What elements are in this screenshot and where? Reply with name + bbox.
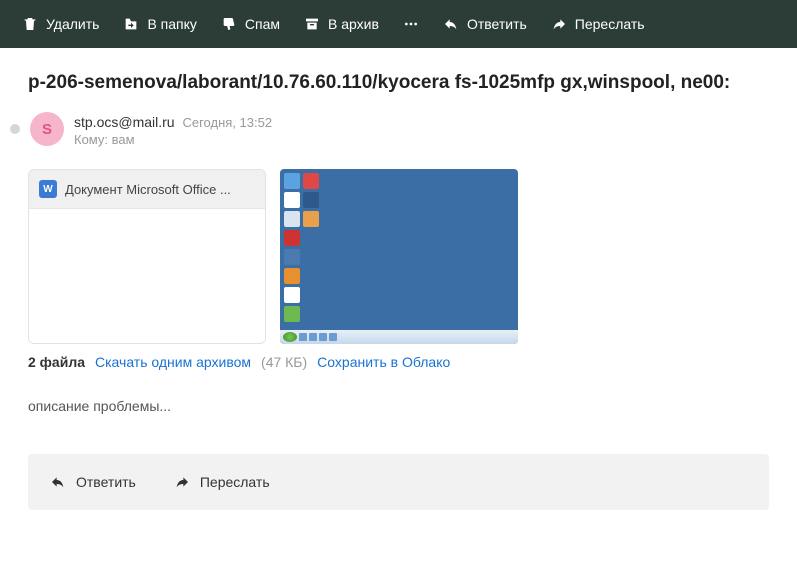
recipient-label: Кому: [74, 132, 108, 147]
email-toolbar: Удалить В папку Спам В архив Ответить Пе… [0, 0, 797, 48]
email-date: Сегодня, 13:52 [182, 115, 272, 130]
reply-action-label: Ответить [76, 474, 136, 490]
email-header: S stp.ocs@mail.ru Сегодня, 13:52 Кому: в… [10, 112, 769, 147]
save-cloud-link[interactable]: Сохранить в Облако [317, 354, 450, 370]
start-orb-icon [283, 332, 297, 342]
spam-button[interactable]: Спам [211, 10, 290, 38]
reply-label: Ответить [467, 16, 527, 32]
more-icon [403, 16, 419, 32]
archive-button[interactable]: В архив [294, 10, 389, 38]
forward-icon [174, 474, 190, 490]
email-content: p-206-semenova/laborant/10.76.60.110/kyo… [0, 48, 797, 510]
delete-button[interactable]: Удалить [12, 10, 109, 38]
reply-action-button[interactable]: Ответить [36, 468, 150, 496]
taskbar [280, 330, 518, 344]
reply-icon [50, 474, 66, 490]
archive-label: В архив [328, 16, 379, 32]
to-folder-label: В папку [147, 16, 196, 32]
email-body: описание проблемы... [28, 398, 769, 414]
desktop-icons [280, 169, 323, 326]
trash-icon [22, 16, 38, 32]
reply-icon [443, 16, 459, 32]
recipient-value: вам [112, 132, 135, 147]
email-subject: p-206-semenova/laborant/10.76.60.110/kyo… [28, 72, 769, 94]
forward-button[interactable]: Переслать [541, 10, 655, 38]
attachments-footer: 2 файла Скачать одним архивом (47 КБ) Со… [28, 354, 769, 370]
attachment-screenshot[interactable] [280, 169, 518, 344]
forward-action-button[interactable]: Переслать [160, 468, 284, 496]
forward-icon [551, 16, 567, 32]
attachments-row: W Документ Microsoft Office ... [28, 169, 769, 344]
attachments-count: 2 файла [28, 354, 85, 370]
attachment-preview-blank [29, 209, 265, 344]
archive-icon [304, 16, 320, 32]
forward-label: Переслать [575, 16, 645, 32]
reply-button[interactable]: Ответить [433, 10, 537, 38]
attachment-name: Документ Microsoft Office ... [65, 182, 231, 197]
forward-action-label: Переслать [200, 474, 270, 490]
spam-label: Спам [245, 16, 280, 32]
thumb-down-icon [221, 16, 237, 32]
sender-info: stp.ocs@mail.ru Сегодня, 13:52 Кому: вам [74, 112, 272, 147]
attachments-size: (47 КБ) [261, 354, 307, 370]
folder-move-icon [123, 16, 139, 32]
sender-avatar[interactable]: S [30, 112, 64, 146]
to-folder-button[interactable]: В папку [113, 10, 206, 38]
more-button[interactable] [393, 10, 429, 38]
word-icon: W [39, 180, 57, 198]
delete-label: Удалить [46, 16, 99, 32]
status-dot [10, 124, 20, 134]
download-archive-link[interactable]: Скачать одним архивом [95, 354, 251, 370]
attachment-document[interactable]: W Документ Microsoft Office ... [28, 169, 266, 344]
sender-email[interactable]: stp.ocs@mail.ru [74, 114, 175, 130]
reply-bar: Ответить Переслать [28, 454, 769, 510]
